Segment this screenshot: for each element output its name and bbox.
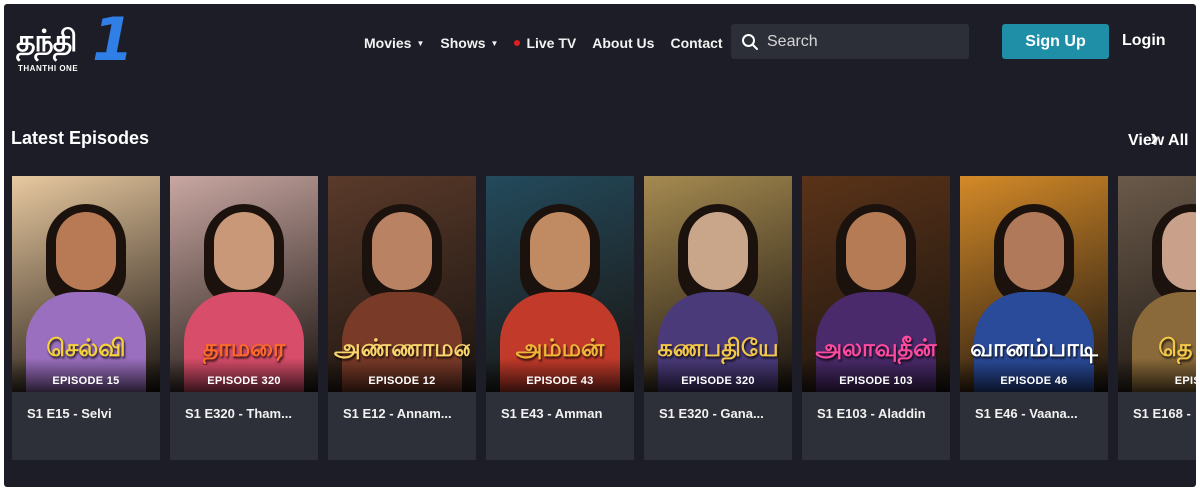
character-face — [846, 212, 906, 290]
nav-movies-label: Movies — [364, 35, 412, 51]
episode-thumbnail: வானம்பாடி EPISODE 46 — [960, 176, 1108, 392]
show-title-logo: தாமரை — [202, 334, 286, 362]
login-link[interactable]: Login — [1122, 32, 1166, 50]
show-title-logo: செல்வி — [46, 334, 126, 362]
episode-card[interactable]: அலாவுதீன் EPISODE 103 S1 E103 - Aladdin — [802, 176, 950, 460]
episode-card[interactable]: தாமரை EPISODE 320 S1 E320 - Tham... — [170, 176, 318, 460]
nav-about-label: About Us — [592, 35, 655, 51]
episode-carousel: செல்வி EPISODE 15 S1 E15 - Selvi தாமரை E… — [12, 176, 1196, 460]
page-frame: தந்தி 1 THANTHI ONE Movies ▼ Shows ▼ Liv… — [4, 4, 1196, 487]
episode-number-label: EPISC — [1174, 375, 1196, 387]
chevron-down-icon: ▼ — [416, 38, 425, 48]
episode-number-label: EPISODE 46 — [1000, 375, 1068, 387]
search-input[interactable] — [767, 32, 957, 51]
nav-live-tv[interactable]: Live TV — [514, 35, 576, 51]
character-face — [1162, 212, 1196, 290]
character-face — [56, 212, 116, 290]
episode-thumbnail: தெ ரா EPISC — [1118, 176, 1196, 392]
episode-thumbnail: அம்மன் EPISODE 43 — [486, 176, 634, 392]
show-title-logo: வானம்பாடி — [970, 334, 1098, 362]
thanthi-one-logo[interactable]: தந்தி 1 THANTHI ONE — [14, 10, 134, 76]
nav-shows-label: Shows — [440, 35, 486, 51]
episode-title: S1 E320 - Tham... — [185, 406, 292, 421]
logo-number-one: 1 — [92, 5, 134, 75]
episode-number-label: EPISODE 103 — [839, 375, 913, 387]
nav-contact-label: Contact — [670, 35, 723, 51]
character-face — [372, 212, 432, 290]
logo-subtitle: THANTHI ONE — [18, 64, 79, 73]
nav-contact[interactable]: Contact — [670, 35, 722, 51]
character-face — [214, 212, 274, 290]
episode-thumbnail: செல்வி EPISODE 15 — [12, 176, 160, 392]
episode-card[interactable]: கணபதியே EPISODE 320 S1 E320 - Gana... — [644, 176, 792, 460]
show-title-logo: கணபதியே — [657, 334, 779, 362]
episode-thumbnail: கணபதியே EPISODE 320 — [644, 176, 792, 392]
character-face — [688, 212, 748, 290]
section-title: Latest Episodes — [11, 128, 150, 148]
nav-live-tv-label: Live TV — [526, 35, 577, 51]
top-header: தந்தி 1 THANTHI ONE Movies ▼ Shows ▼ Liv… — [4, 4, 1196, 84]
nav-shows[interactable]: Shows ▼ — [440, 35, 498, 51]
episode-title: S1 E168 - — [1133, 406, 1191, 421]
episode-title: S1 E46 - Vaana... — [975, 406, 1078, 421]
episode-thumbnail: அலாவுதீன் EPISODE 103 — [802, 176, 950, 392]
show-title-logo: அலாவுதீன் — [815, 334, 937, 362]
sign-up-button[interactable]: Sign Up — [1002, 24, 1109, 59]
character-face — [1004, 212, 1064, 290]
live-dot-icon — [514, 40, 521, 46]
episode-title: S1 E103 - Aladdin — [817, 406, 926, 421]
episode-title: S1 E15 - Selvi — [27, 406, 112, 421]
episode-card[interactable]: வானம்பாடி EPISODE 46 S1 E46 - Vaana... — [960, 176, 1108, 460]
character-face — [530, 212, 590, 290]
episode-card[interactable]: அண்ணாமலை EPISODE 12 S1 E12 - Annam... — [328, 176, 476, 460]
episode-thumbnail: அண்ணாமலை EPISODE 12 — [328, 176, 476, 392]
episode-card[interactable]: செல்வி EPISODE 15 S1 E15 - Selvi — [12, 176, 160, 460]
show-title-logo: அண்ணாமலை — [334, 334, 470, 362]
chevron-down-icon: ▼ — [490, 38, 499, 48]
episode-number-label: EPISODE 15 — [52, 375, 120, 387]
nav-about-us[interactable]: About Us — [592, 35, 654, 51]
search-icon — [742, 33, 758, 50]
episode-card[interactable]: அம்மன் EPISODE 43 S1 E43 - Amman — [486, 176, 634, 460]
episode-number-label: EPISODE 43 — [526, 375, 594, 387]
search-box[interactable] — [731, 24, 969, 59]
episode-title: S1 E12 - Annam... — [343, 406, 452, 421]
episode-title: S1 E43 - Amman — [501, 406, 603, 421]
episode-thumbnail: தாமரை EPISODE 320 — [170, 176, 318, 392]
show-title-logo: தெ ரா — [1158, 334, 1196, 362]
show-title-logo: அம்மன் — [515, 334, 605, 362]
episode-number-label: EPISODE 320 — [207, 375, 281, 387]
chevron-right-icon[interactable]: › — [1150, 122, 1159, 153]
logo-wordmark: தந்தி — [16, 24, 77, 59]
episode-number-label: EPISODE 12 — [368, 375, 436, 387]
episode-title: S1 E320 - Gana... — [659, 406, 764, 421]
episode-card[interactable]: தெ ரா EPISC S1 E168 - — [1118, 176, 1196, 460]
episode-number-label: EPISODE 320 — [681, 375, 755, 387]
main-nav: Movies ▼ Shows ▼ Live TV About Us Contac… — [364, 32, 739, 54]
nav-movies[interactable]: Movies ▼ — [364, 35, 424, 51]
